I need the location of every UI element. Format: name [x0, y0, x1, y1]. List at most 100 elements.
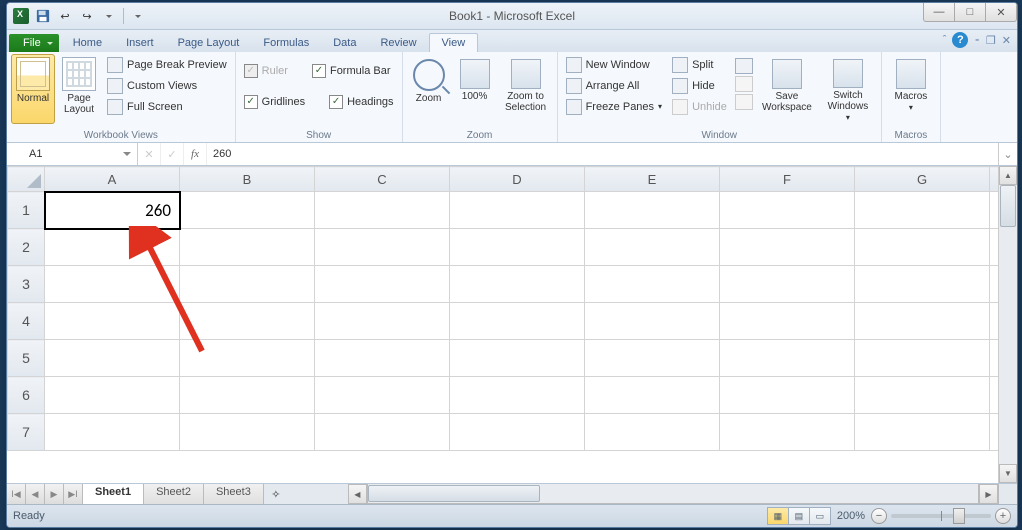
- file-tab[interactable]: File: [9, 34, 59, 52]
- view-pagelayout-icon[interactable]: ▤: [789, 508, 810, 524]
- cell-E1[interactable]: [585, 192, 720, 229]
- scroll-left-icon[interactable]: ◀: [348, 484, 367, 504]
- unhide-button[interactable]: Unhide: [668, 96, 731, 117]
- sheet-tab-2[interactable]: Sheet2: [144, 484, 204, 504]
- col-header-F[interactable]: F: [720, 167, 855, 192]
- cell-A4[interactable]: [45, 303, 180, 340]
- redo-icon[interactable]: ↪: [77, 6, 97, 26]
- formula-input[interactable]: 260: [207, 143, 998, 165]
- cell-A1[interactable]: 260: [45, 192, 180, 229]
- vscroll-thumb[interactable]: [1000, 185, 1016, 227]
- tab-view[interactable]: View: [429, 33, 479, 52]
- tab-data[interactable]: Data: [321, 34, 368, 52]
- col-header-B[interactable]: B: [180, 167, 315, 192]
- spreadsheet-grid[interactable]: A B C D E F G 1260 2 3 4 5 6 7: [7, 166, 998, 451]
- cancel-formula-icon[interactable]: ✕: [138, 143, 161, 165]
- view-pagebreak-icon[interactable]: ▭: [810, 508, 830, 524]
- reset-window-icon[interactable]: [735, 94, 753, 110]
- qat-more-icon[interactable]: [128, 6, 148, 26]
- expand-formula-bar-icon[interactable]: ⌄: [998, 143, 1017, 165]
- tab-formulas[interactable]: Formulas: [251, 34, 321, 52]
- sheet-first-icon[interactable]: I◀: [7, 484, 26, 504]
- zoom-slider[interactable]: − +: [871, 508, 1011, 524]
- doc-minimize-icon[interactable]: ⁃: [974, 34, 980, 47]
- col-header-E[interactable]: E: [585, 167, 720, 192]
- name-box[interactable]: A1: [7, 143, 138, 165]
- close-button[interactable]: ✕: [985, 3, 1017, 22]
- scroll-up-icon[interactable]: ▲: [999, 166, 1017, 185]
- sync-scroll-icon[interactable]: [735, 76, 753, 92]
- cell-A7[interactable]: [45, 414, 180, 451]
- switch-windows-button[interactable]: Switch Windows▾: [819, 54, 877, 124]
- custom-views-button[interactable]: Custom Views: [103, 75, 231, 96]
- col-header-G[interactable]: G: [855, 167, 990, 192]
- tab-review[interactable]: Review: [368, 34, 428, 52]
- sheet-next-icon[interactable]: ▶: [45, 484, 64, 504]
- cell-A2[interactable]: [45, 229, 180, 266]
- select-all-corner[interactable]: [8, 167, 45, 192]
- page-break-preview-button[interactable]: Page Break Preview: [103, 54, 231, 75]
- save-icon[interactable]: [33, 6, 53, 26]
- cell-A6[interactable]: [45, 377, 180, 414]
- cell-B1[interactable]: [180, 192, 315, 229]
- cell-D1[interactable]: [450, 192, 585, 229]
- hscroll-track[interactable]: [367, 484, 979, 504]
- doc-close-icon[interactable]: ✕: [1002, 34, 1011, 47]
- minimize-ribbon-icon[interactable]: ˆ: [943, 34, 947, 46]
- zoom-100-button[interactable]: 100%: [453, 54, 497, 124]
- sheet-last-icon[interactable]: ▶I: [64, 484, 83, 504]
- view-normal-icon[interactable]: ▦: [768, 508, 789, 524]
- tab-page-layout[interactable]: Page Layout: [166, 34, 252, 52]
- cell-G1[interactable]: [855, 192, 990, 229]
- row-header-1[interactable]: 1: [8, 192, 45, 229]
- macros-button[interactable]: Macros▾: [886, 54, 936, 124]
- sheet-prev-icon[interactable]: ◀: [26, 484, 45, 504]
- sheet-tab-1[interactable]: Sheet1: [83, 484, 144, 505]
- enter-formula-icon[interactable]: ✓: [161, 143, 184, 165]
- view-side-by-side-icon[interactable]: [735, 58, 753, 74]
- hide-button[interactable]: Hide: [668, 75, 731, 96]
- cell-A5[interactable]: [45, 340, 180, 377]
- ruler-checkbox[interactable]: ✓Ruler: [240, 60, 292, 81]
- zoom-in-icon[interactable]: +: [995, 508, 1011, 524]
- row-header-7[interactable]: 7: [8, 414, 45, 451]
- vertical-scrollbar[interactable]: ▲ ▼: [998, 166, 1017, 483]
- page-layout-button[interactable]: Page Layout: [57, 54, 101, 124]
- row-header-5[interactable]: 5: [8, 340, 45, 377]
- scroll-right-icon[interactable]: ▶: [979, 484, 998, 504]
- arrange-all-button[interactable]: Arrange All: [562, 75, 667, 96]
- hscroll-thumb[interactable]: [368, 485, 540, 502]
- freeze-panes-button[interactable]: Freeze Panes ▾: [562, 96, 667, 117]
- gridlines-checkbox[interactable]: ✓Gridlines: [240, 91, 309, 112]
- zoom-thumb[interactable]: [953, 508, 965, 524]
- sheet-tab-3[interactable]: Sheet3: [204, 484, 264, 504]
- undo-icon[interactable]: ↩: [55, 6, 75, 26]
- cell-C1[interactable]: [315, 192, 450, 229]
- col-header-D[interactable]: D: [450, 167, 585, 192]
- vscroll-track[interactable]: [999, 185, 1017, 464]
- horizontal-scrollbar[interactable]: ◀ ▶: [348, 484, 998, 504]
- row-header-3[interactable]: 3: [8, 266, 45, 303]
- qat-customize-icon[interactable]: [99, 6, 119, 26]
- minimize-button[interactable]: —: [923, 3, 955, 22]
- maximize-button[interactable]: □: [954, 3, 986, 22]
- excel-icon[interactable]: [11, 6, 31, 26]
- insert-sheet-icon[interactable]: ✧: [264, 484, 288, 504]
- normal-view-button[interactable]: Normal: [11, 54, 55, 124]
- tab-home[interactable]: Home: [61, 34, 114, 52]
- zoom-out-icon[interactable]: −: [871, 508, 887, 524]
- row-header-6[interactable]: 6: [8, 377, 45, 414]
- new-window-button[interactable]: New Window: [562, 54, 667, 75]
- zoom-level[interactable]: 200%: [837, 510, 865, 522]
- save-workspace-button[interactable]: Save Workspace: [757, 54, 817, 124]
- col-header-partial[interactable]: [990, 167, 999, 192]
- help-icon[interactable]: ?: [952, 32, 968, 48]
- cell-F1[interactable]: [720, 192, 855, 229]
- headings-checkbox[interactable]: ✓Headings: [325, 91, 397, 112]
- col-header-A[interactable]: A: [45, 167, 180, 192]
- split-button[interactable]: Split: [668, 54, 731, 75]
- cell-A3[interactable]: [45, 266, 180, 303]
- zoom-button[interactable]: Zoom: [407, 54, 451, 124]
- scroll-down-icon[interactable]: ▼: [999, 464, 1017, 483]
- col-header-C[interactable]: C: [315, 167, 450, 192]
